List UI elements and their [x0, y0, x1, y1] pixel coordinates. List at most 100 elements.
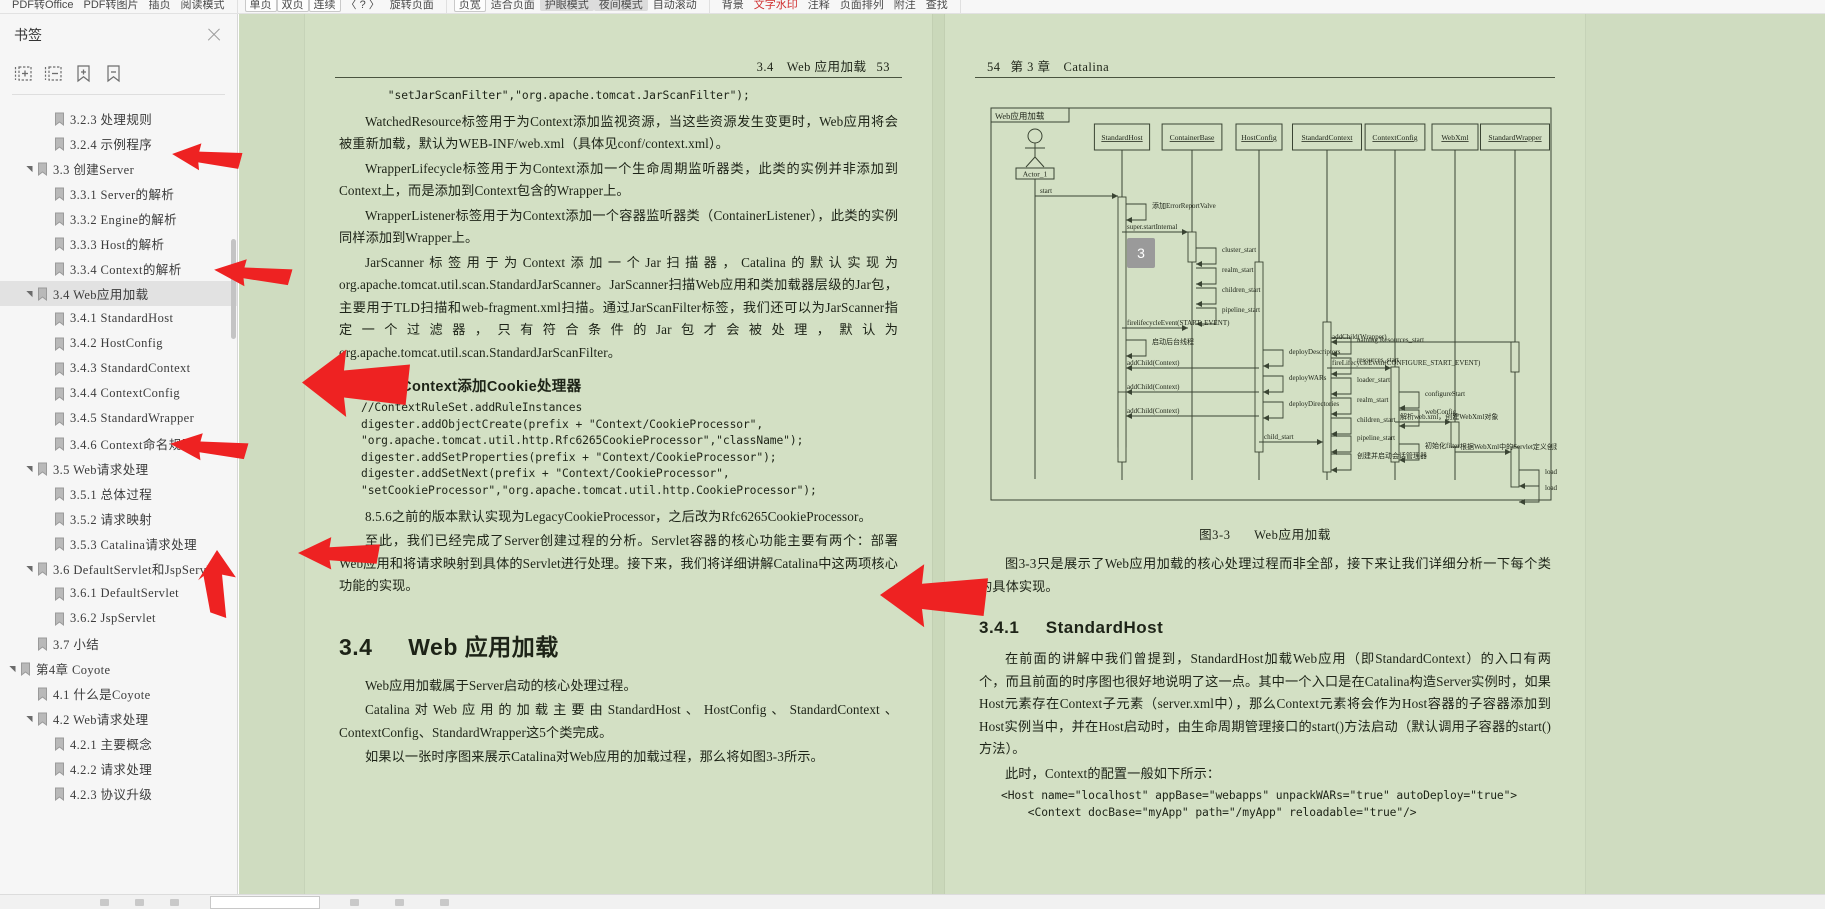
- paragraph: 此时，Context的配置一般如下所示：: [1005, 765, 1221, 781]
- bookmark-item[interactable]: ◢3.4.2 HostConfig: [0, 331, 237, 356]
- figure-caption: 图3-3 Web应用加载: [987, 524, 1543, 543]
- svg-text:pipeline_start: pipeline_start: [1222, 306, 1260, 314]
- page-number-input[interactable]: [210, 896, 320, 909]
- bookmark-item-label: 4.2.2 请求处理: [70, 763, 153, 777]
- toolbar-button[interactable]: 旋转页面: [385, 0, 439, 11]
- status-tick[interactable]: [100, 899, 109, 906]
- bookmark-item-label: 4.1 什么是Coyote: [53, 688, 151, 702]
- bookmark-item[interactable]: ◢3.5.2 请求映射: [0, 506, 237, 531]
- bookmark-item[interactable]: ◢3.4.5 StandardWrapper: [0, 406, 237, 431]
- bookmarks-scrollbar[interactable]: [231, 239, 236, 339]
- bookmark-item[interactable]: ◢3.2.3 处理规则: [0, 106, 237, 131]
- status-tick[interactable]: [440, 899, 449, 906]
- bookmark-item-label: 3.4 Web应用加载: [53, 288, 149, 302]
- bookmark-item[interactable]: ◢3.6.1 DefaultServlet: [0, 581, 237, 606]
- bookmark-item[interactable]: ◢4.1 什么是Coyote: [0, 681, 237, 706]
- toolbar-button[interactable]: 注释: [803, 0, 835, 11]
- bookmark-item[interactable]: ◢3.6.2 JspServlet: [0, 606, 237, 631]
- bookmark-item[interactable]: ◢4.2.2 请求处理: [0, 756, 237, 781]
- bookmark-item[interactable]: ◢ 3.6 DefaultServlet和JspServlet: [0, 556, 237, 581]
- toolbar-button[interactable]: 页宽: [453, 0, 486, 12]
- svg-text:addChild(Context): addChild(Context): [1127, 407, 1180, 415]
- paragraph: 至此，我们已经完成了Server创建过程的分析。Servlet容器的核心功能主要…: [339, 533, 898, 594]
- bookmark-item-label: 3.4.3 StandardContext: [70, 361, 191, 375]
- status-tick[interactable]: [350, 899, 359, 906]
- toolbar-button[interactable]: 连续: [308, 0, 341, 12]
- chevron-down-icon[interactable]: ◢: [25, 562, 34, 575]
- bookmark-icon: [53, 137, 66, 151]
- bookmark-item[interactable]: ◢3.3.3 Host的解析: [0, 231, 237, 256]
- bookmark-item[interactable]: ◢ 第4章 Coyote: [0, 656, 237, 681]
- toolbar-button[interactable]: 自动滚动: [648, 0, 702, 11]
- status-tick[interactable]: [170, 899, 179, 906]
- section-number: 3.4: [339, 633, 373, 660]
- paragraph: 8.5.6之前的版本默认实现为LegacyCookieProcessor，之后改…: [365, 508, 872, 524]
- toolbar-button[interactable]: PDF转图片: [79, 0, 144, 11]
- subsection-heading: 3.4.1 StandardHost: [979, 618, 1551, 638]
- code-block: //ContextRuleSet.addRuleInstances digest…: [361, 401, 817, 498]
- toolbar-button[interactable]: 夜间模式: [593, 0, 648, 11]
- bookmark-item[interactable]: ◢4.2.3 协议升级: [0, 781, 237, 806]
- bookmark-item[interactable]: ◢ 3.4 Web应用加载: [0, 281, 237, 306]
- bookmark-item[interactable]: ◢ 4.2 Web请求处理: [0, 706, 237, 731]
- toolbar-button[interactable]: 插页: [144, 0, 176, 11]
- chevron-down-icon[interactable]: ◢: [25, 712, 34, 725]
- bookmark-item[interactable]: ◢ 3.3 创建Server: [0, 156, 237, 181]
- toolbar-button[interactable]: PDF转Office: [7, 0, 79, 11]
- toolbar-button[interactable]: 单页: [244, 0, 277, 12]
- bookmark-item[interactable]: ◢3.4.3 StandardContext: [0, 356, 237, 381]
- status-tick[interactable]: [395, 899, 404, 906]
- bookmark-item[interactable]: ◢3.5.1 总体过程: [0, 481, 237, 506]
- bookmark-item[interactable]: ◢3.2.4 示例程序: [0, 131, 237, 156]
- bookmark-item[interactable]: ◢3.3.1 Server的解析: [0, 181, 237, 206]
- toolbar-button[interactable]: 页面排列: [835, 0, 889, 11]
- paragraph: WrapperLifecycle标签用于为Context添加一个生命周期监听器类…: [339, 160, 898, 199]
- document-viewport[interactable]: 3.4 Web 应用加载 53 "setJarScanFilter","org.…: [239, 14, 1825, 894]
- paragraph: 在前面的讲解中我们曾提到，StandardHost加载Web应用（即Standa…: [979, 651, 1551, 756]
- bookmark-item[interactable]: ◢3.4.1 StandardHost: [0, 306, 237, 331]
- remove-bookmark-icon[interactable]: [104, 64, 123, 83]
- add-bookmark-icon[interactable]: [74, 64, 93, 83]
- top-toolbar[interactable]: PDF转Office PDF转图片 插页 阅读模式 单页 双页 连续〈 ? 〉旋转页面 页宽适…: [0, 0, 1825, 14]
- bookmark-icon: [53, 387, 66, 401]
- svg-text:添加ErrorReportValve: 添加ErrorReportValve: [1152, 201, 1216, 210]
- chevron-down-icon[interactable]: ◢: [25, 162, 34, 175]
- toolbar-button[interactable]: 查找: [921, 0, 953, 11]
- expand-all-icon[interactable]: [14, 64, 33, 83]
- toolbar-button[interactable]: 附注: [889, 0, 921, 11]
- bookmark-item[interactable]: ◢3.4.4 ContextConfig: [0, 381, 237, 406]
- paragraph: 图3-3只是展示了Web应用加载的核心处理过程而非全部，接下来让我们详细分析一下…: [979, 556, 1551, 594]
- bookmark-item[interactable]: ◢ 3.5 Web请求处理: [0, 456, 237, 481]
- bookmark-item-label: 3.2.3 处理规则: [70, 113, 153, 127]
- bookmark-item-label: 3.4.4 ContextConfig: [70, 386, 181, 400]
- toolbar-button[interactable]: 〈 ? 〉: [341, 0, 385, 11]
- svg-text:loader_start: loader_start: [1357, 376, 1390, 384]
- chevron-down-icon[interactable]: ◢: [25, 287, 34, 300]
- toolbar-button[interactable]: 适合页面: [486, 0, 540, 11]
- status-tick[interactable]: [135, 899, 144, 906]
- toolbar-button[interactable]: 文字水印: [749, 0, 803, 11]
- bookmarks-tree[interactable]: ◢3.2.3 处理规则◢3.2.4 示例程序◢3.3 创建Server◢3.3.…: [0, 106, 237, 894]
- bookmark-item-label: 3.4.5 StandardWrapper: [70, 411, 195, 425]
- bookmark-item-label: 3.6.2 JspServlet: [70, 611, 156, 625]
- bookmark-item[interactable]: ◢3.4.6 Context命名规则: [0, 431, 237, 456]
- toolbar-button[interactable]: 背景: [717, 0, 749, 11]
- collapse-all-icon[interactable]: [44, 64, 63, 83]
- page-right: 54 第 3 章 Catalina Web应用加载 Actor_1 Standard…: [945, 14, 1586, 894]
- bookmark-item[interactable]: ◢3.3.2 Engine的解析: [0, 206, 237, 231]
- close-icon[interactable]: [205, 26, 223, 44]
- svg-text:deployDirectories: deployDirectories: [1289, 400, 1339, 408]
- toolbar-button[interactable]: 护眼模式: [539, 0, 594, 11]
- chevron-down-icon[interactable]: ◢: [8, 662, 17, 675]
- bookmark-item[interactable]: ◢3.5.3 Catalina请求处理: [0, 531, 237, 556]
- bookmarks-panel: 书签 3.2.3 处理规则 3.2.4 示例程序 ◢ 3.3 创建Server …: [0, 14, 238, 894]
- toolbar-button[interactable]: 阅读模式: [176, 0, 230, 11]
- toolbar-button[interactable]: 双页: [276, 0, 309, 12]
- bookmark-item[interactable]: ◢3.7 小结: [0, 631, 237, 656]
- svg-text:super.startInternal: super.startInternal: [1127, 223, 1177, 231]
- bookmark-item[interactable]: ◢4.2.1 主要概念: [0, 731, 237, 756]
- bookmark-item[interactable]: ◢3.3.4 Context的解析: [0, 256, 237, 281]
- chevron-down-icon[interactable]: ◢: [25, 462, 34, 475]
- svg-text:Web应用加载: Web应用加载: [995, 111, 1045, 121]
- page-header-left: 3.4 Web 应用加载 53: [305, 14, 932, 77]
